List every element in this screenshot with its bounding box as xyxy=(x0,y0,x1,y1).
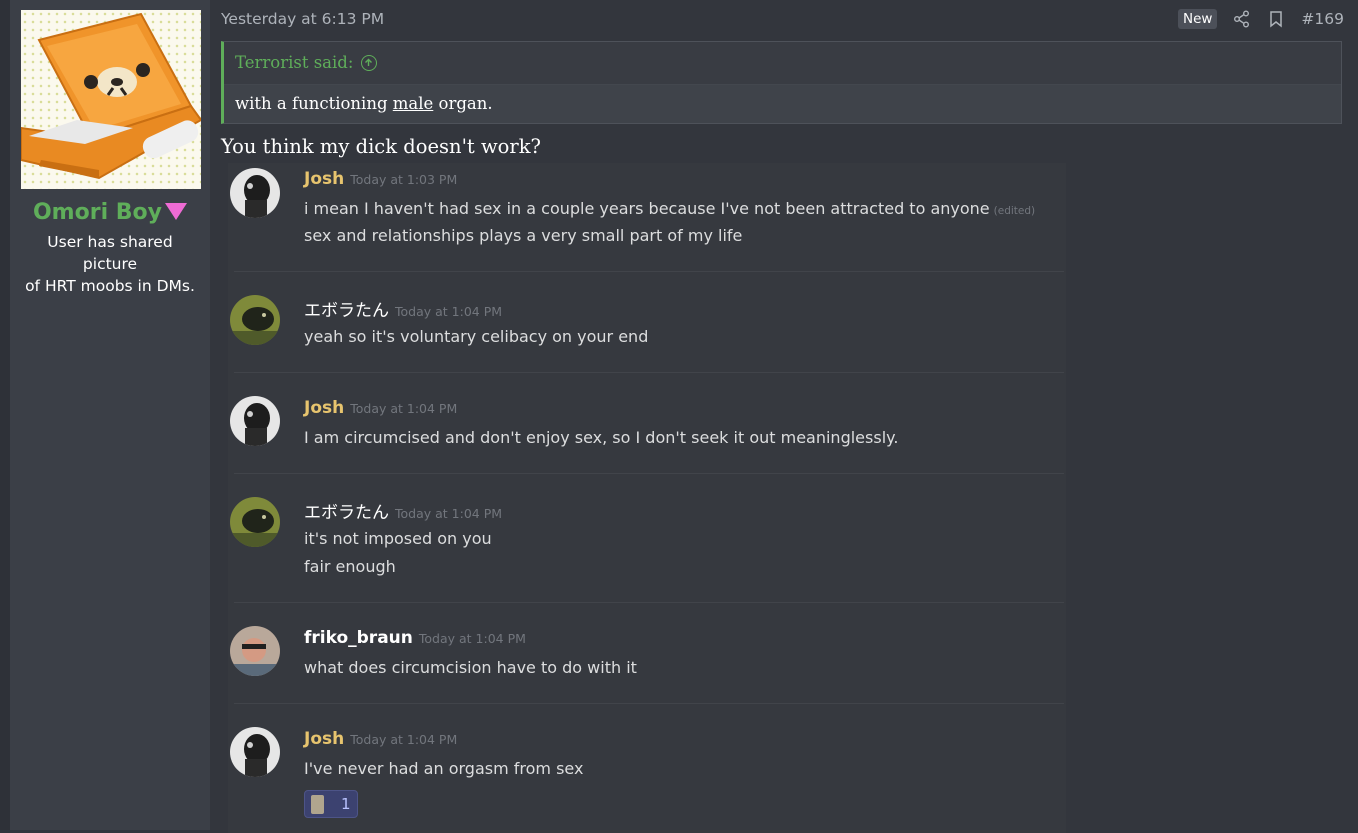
avatar-josh xyxy=(230,727,280,777)
new-badge: New xyxy=(1177,9,1218,29)
author-name[interactable]: Josh xyxy=(304,169,344,189)
avatar-ebola xyxy=(230,497,280,547)
reaction-count: 1 xyxy=(341,795,351,813)
message-line: it's not imposed on you xyxy=(304,529,492,548)
user-sidebar: Omori Boy User has shared picture of HRT… xyxy=(10,0,210,830)
post-timestamp[interactable]: Yesterday at 6:13 PM xyxy=(221,10,384,28)
message-text: i mean I haven't had sex in a couple yea… xyxy=(304,199,990,218)
message-author[interactable]: Josh Today at 1:03 PM xyxy=(304,169,457,189)
username[interactable]: Omori Boy xyxy=(10,200,210,225)
message-line: yeah so it's voluntary celibacy on your … xyxy=(304,327,649,346)
divider xyxy=(234,703,1064,704)
discord-screenshot: Josh Today at 1:03 PM i mean I haven't ha… xyxy=(228,163,1066,833)
message-author[interactable]: Josh Today at 1:04 PM xyxy=(304,729,457,749)
author-name[interactable]: エボラたん xyxy=(304,503,389,523)
edited-label: (edited) xyxy=(993,205,1036,217)
message-author[interactable]: エボラたん Today at 1:04 PM xyxy=(304,498,502,523)
author-name[interactable]: エボラたん xyxy=(304,301,389,321)
message-author[interactable]: エボラたん Today at 1:04 PM xyxy=(304,296,502,321)
avatar-friko xyxy=(230,626,280,676)
message-line: i mean I haven't had sex in a couple yea… xyxy=(304,199,1035,218)
username-text[interactable]: Omori Boy xyxy=(33,200,162,225)
message-time: Today at 1:04 PM xyxy=(418,631,526,646)
message-author[interactable]: Josh Today at 1:04 PM xyxy=(304,398,457,418)
user-title: User has shared picture of HRT moobs in … xyxy=(18,231,202,297)
pink-triangle-icon xyxy=(165,203,187,220)
message-line: fair enough xyxy=(304,557,396,576)
laptop-avatar-image xyxy=(21,12,201,180)
message-time: Today at 1:03 PM xyxy=(350,172,458,187)
user-avatar[interactable] xyxy=(21,10,201,189)
user-title-line2: of HRT moobs in DMs. xyxy=(25,277,195,295)
reaction-button[interactable]: 1 xyxy=(304,790,358,818)
message-time: Today at 1:04 PM xyxy=(395,304,503,319)
share-icon[interactable] xyxy=(1233,10,1251,28)
message-time: Today at 1:04 PM xyxy=(350,732,458,747)
quote-text-after: organ. xyxy=(433,94,493,113)
reply-text: You think my dick doesn't work? xyxy=(221,135,541,158)
arrow-up-circle-icon[interactable] xyxy=(361,55,378,71)
quote-header[interactable]: Terrorist said: xyxy=(224,42,1341,85)
author-name[interactable]: Josh xyxy=(304,398,344,418)
quote-author[interactable]: Terrorist said: xyxy=(235,53,353,72)
avatar-ebola xyxy=(230,295,280,345)
message-line: sex and relationships plays a very small… xyxy=(304,226,743,245)
bookmark-icon[interactable] xyxy=(1267,10,1285,28)
message-line: I am circumcised and don't enjoy sex, so… xyxy=(304,428,899,447)
quote-block: Terrorist said: with a functioning male … xyxy=(221,41,1342,124)
post-number[interactable]: #169 xyxy=(1301,10,1344,28)
divider xyxy=(234,473,1064,474)
user-title-line1: User has shared picture xyxy=(47,233,173,273)
quote-link-male[interactable]: male xyxy=(393,94,434,113)
message-line: what does circumcision have to do with i… xyxy=(304,658,637,677)
author-name[interactable]: friko_braun xyxy=(304,628,413,648)
quote-body: with a functioning male organ. xyxy=(224,85,1341,123)
post-actions: New #169 xyxy=(1177,9,1344,29)
page-edge xyxy=(0,0,10,830)
message-author[interactable]: friko_braun Today at 1:04 PM xyxy=(304,628,526,648)
author-name[interactable]: Josh xyxy=(304,729,344,749)
reaction-emoji-icon xyxy=(311,795,324,814)
message-line: I've never had an orgasm from sex xyxy=(304,759,584,778)
divider xyxy=(234,372,1064,373)
avatar-josh xyxy=(230,168,280,218)
divider xyxy=(234,271,1064,272)
avatar-josh xyxy=(230,396,280,446)
divider xyxy=(234,602,1064,603)
quote-text-before: with a functioning xyxy=(235,94,393,113)
message-time: Today at 1:04 PM xyxy=(395,506,503,521)
post-main: Yesterday at 6:13 PM New #169 Terrorist … xyxy=(221,0,1344,833)
message-time: Today at 1:04 PM xyxy=(350,401,458,416)
